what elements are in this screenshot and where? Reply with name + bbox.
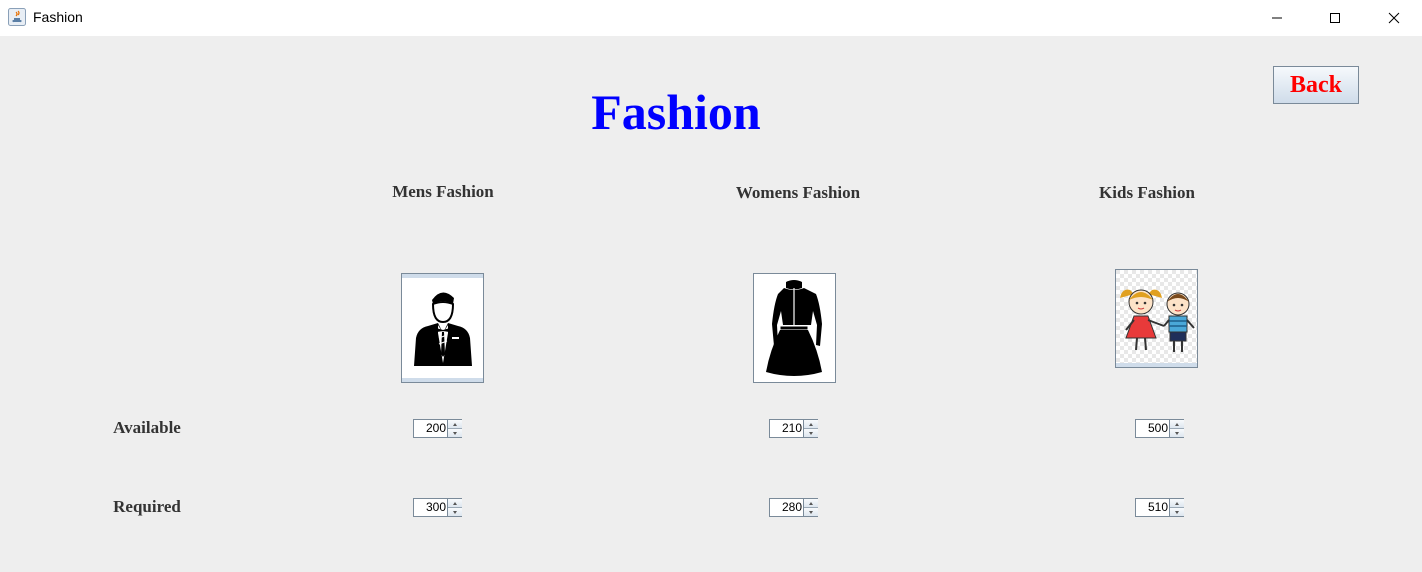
mens-available-input[interactable] (414, 420, 446, 437)
arrow-up-icon (1175, 422, 1179, 426)
spinner-down-button[interactable] (448, 508, 462, 516)
arrow-down-icon (453, 431, 457, 435)
womens-dress-icon (766, 280, 822, 376)
kids-available-spinner[interactable] (1135, 419, 1184, 438)
spinner-arrows (803, 499, 818, 516)
java-app-icon (8, 8, 26, 26)
spinner-arrows (447, 499, 462, 516)
arrow-up-icon (809, 422, 813, 426)
womens-required-input[interactable] (770, 499, 802, 516)
arrow-up-icon (809, 501, 813, 505)
main-panel: Fashion Back Mens Fashion Womens Fashion… (0, 36, 1422, 572)
button-bottom-strip (1116, 363, 1197, 367)
mens-fashion-label: Mens Fashion (392, 182, 494, 201)
mens-required-input[interactable] (414, 499, 446, 516)
spinner-arrows (1169, 420, 1184, 437)
spinner-arrows (1169, 499, 1184, 516)
spinner-up-button[interactable] (804, 499, 818, 508)
spinner-up-button[interactable] (448, 499, 462, 508)
kids-fashion-button[interactable] (1115, 269, 1198, 368)
arrow-down-icon (1175, 431, 1179, 435)
womens-fashion-button[interactable] (753, 273, 836, 383)
required-label: Required (113, 497, 181, 516)
arrow-down-icon (809, 510, 813, 514)
arrow-down-icon (453, 510, 457, 514)
minimize-button[interactable] (1254, 0, 1300, 36)
mens-suit-icon (414, 292, 472, 366)
button-top-strip (402, 274, 483, 278)
button-bottom-strip (402, 378, 483, 382)
arrow-down-icon (1175, 510, 1179, 514)
kids-fashion-label: Kids Fashion (1099, 183, 1195, 202)
arrow-up-icon (1175, 501, 1179, 505)
spinner-up-button[interactable] (1170, 420, 1184, 429)
spinner-up-button[interactable] (804, 420, 818, 429)
kids-available-input[interactable] (1136, 420, 1168, 437)
spinner-down-button[interactable] (804, 429, 818, 437)
womens-available-input[interactable] (770, 420, 802, 437)
minimize-icon (1272, 17, 1282, 19)
spinner-arrows (803, 420, 818, 437)
arrow-down-icon (809, 431, 813, 435)
mens-required-spinner[interactable] (413, 498, 462, 517)
kids-required-spinner[interactable] (1135, 498, 1184, 517)
arrow-up-icon (453, 422, 457, 426)
spinner-down-button[interactable] (1170, 429, 1184, 437)
spinner-down-button[interactable] (1170, 508, 1184, 516)
spinner-up-button[interactable] (1170, 499, 1184, 508)
womens-available-spinner[interactable] (769, 419, 818, 438)
title-bar: Fashion (0, 0, 1422, 36)
close-button[interactable] (1371, 0, 1417, 36)
kids-required-input[interactable] (1136, 499, 1168, 516)
mens-fashion-button[interactable] (401, 273, 484, 383)
spinner-down-button[interactable] (448, 429, 462, 437)
maximize-button[interactable] (1312, 0, 1358, 36)
mens-available-spinner[interactable] (413, 419, 462, 438)
spinner-up-button[interactable] (448, 420, 462, 429)
maximize-icon (1330, 13, 1340, 23)
womens-fashion-label: Womens Fashion (735, 183, 861, 202)
close-icon (1388, 12, 1400, 24)
arrow-up-icon (453, 501, 457, 505)
spinner-down-button[interactable] (804, 508, 818, 516)
spinner-arrows (447, 420, 462, 437)
womens-required-spinner[interactable] (769, 498, 818, 517)
back-button[interactable]: Back (1273, 66, 1359, 104)
page-title: Fashion (591, 84, 761, 140)
window-title: Fashion (33, 9, 83, 25)
kids-icon (1116, 270, 1197, 367)
available-label: Available (113, 418, 181, 437)
